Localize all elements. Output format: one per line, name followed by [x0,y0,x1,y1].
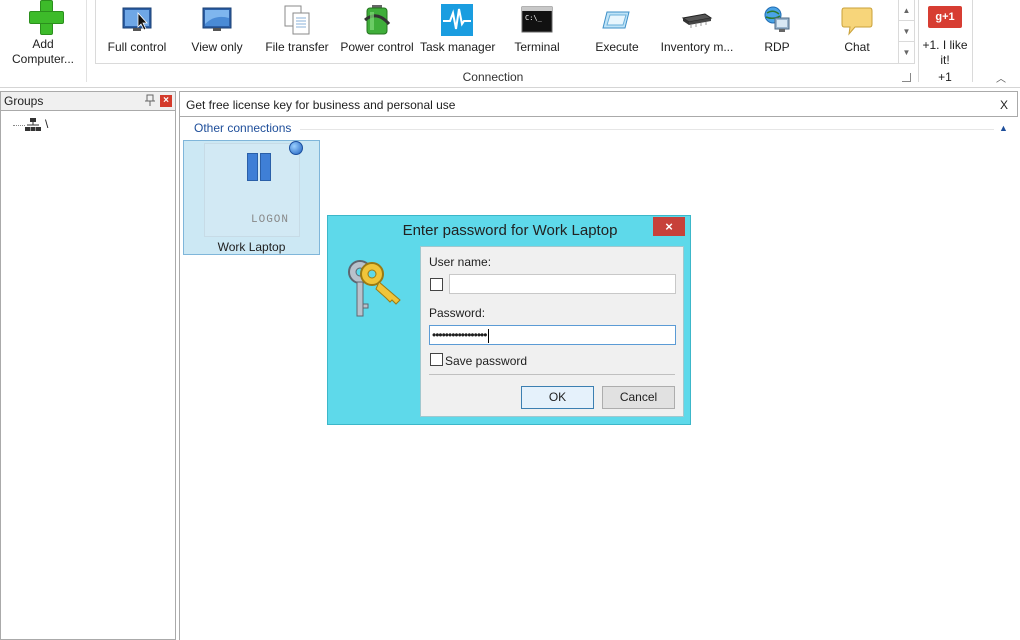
groups-panel: Groups × \ [0,91,176,640]
save-password-label[interactable]: Save password [445,354,527,368]
execute-button[interactable]: Execute [582,2,652,58]
dialog-close-button[interactable]: × [653,217,685,236]
text-caret [488,328,490,343]
rdp-label: RDP [764,40,790,54]
file-transfer-button[interactable]: File transfer [262,2,332,58]
chip-icon [681,13,713,28]
username-input[interactable] [449,274,676,294]
pin-icon[interactable] [144,94,156,107]
collapse-section-icon[interactable]: ▲ [999,123,1008,133]
connection-group-label: Connection [462,70,524,84]
power-control-button[interactable]: Power control [340,2,414,58]
password-dialog: Enter password for Work Laptop × User na… [327,215,691,425]
other-connections-header[interactable]: Other connections [194,121,291,135]
plus-icon [29,0,64,35]
gallery-expand-icon[interactable]: ▼ [899,42,914,63]
ok-button[interactable]: OK [521,386,594,409]
ribbon-gallery-scroll: ▲ ▼ ▼ [898,0,914,64]
execute-label: Execute [595,40,639,54]
svg-text:C:\_: C:\_ [525,14,543,22]
globe-icon [289,141,303,155]
terminal-icon: C:\_ [521,6,553,33]
pulse-icon [441,4,473,36]
monitor-view-icon [202,7,232,31]
tree-root-label: \ [45,117,49,131]
file-transfer-label: File transfer [265,40,329,54]
view-only-button[interactable]: View only [182,2,252,58]
gplus-label[interactable]: +1. I like it! [920,38,970,68]
tree-connector [13,125,25,126]
username-label: User name: [429,255,492,269]
execute-icon [602,11,630,29]
collapse-ribbon-icon[interactable]: ︿ [996,70,1006,85]
chat-bubble-icon [841,7,873,36]
license-close-button[interactable]: X [1000,98,1008,112]
rdp-button[interactable]: RDP [742,2,812,58]
license-link[interactable]: Get free license key for business and pe… [186,98,455,112]
full-control-label: Full control [107,40,167,54]
power-control-label: Power control [340,40,414,54]
files-icon [284,5,310,35]
full-control-button[interactable]: Full control [102,2,172,58]
gplus-group-label: +1 [938,70,952,84]
dialog-separator [429,374,675,375]
gallery-down-arrow-icon[interactable]: ▼ [899,21,914,42]
dialog-launcher-icon[interactable] [902,73,911,82]
ribbon-divider [86,0,87,82]
cancel-button[interactable]: Cancel [602,386,675,409]
groups-title: Groups [4,94,44,108]
password-input[interactable]: ••••••••••••••••• [429,325,676,345]
license-bar: Get free license key for business and pe… [180,91,1018,117]
tile-status: LOGON [251,214,290,226]
network-icon [25,118,41,131]
ribbon-separator [918,0,919,82]
save-password-checkbox[interactable] [430,353,443,366]
pause-icon [247,153,271,181]
keys-icon [348,260,401,317]
battery-icon [364,5,391,35]
inventory-label: Inventory m... [660,40,734,54]
password-label: Password: [429,306,486,320]
groups-header: Groups × [1,92,175,111]
username-checkbox[interactable] [430,278,443,291]
gallery-up-arrow-icon[interactable]: ▲ [899,0,914,21]
task-manager-button[interactable]: Task manager [420,2,496,58]
ribbon: Add Computer... Full control View only F… [0,0,1020,88]
add-computer-label: Add Computer... [11,37,75,66]
computer-tile[interactable]: LOGON Work Laptop [183,140,320,255]
chat-label: Chat [844,40,870,54]
monitor-icon [122,7,152,31]
app-window: Add Computer... Full control View only F… [0,0,1020,640]
ribbon-separator [972,0,973,82]
terminal-button[interactable]: C:\_ Terminal [502,2,572,58]
groups-close-button[interactable]: × [160,95,172,107]
inventory-button[interactable]: Inventory m... [656,2,738,58]
view-only-label: View only [191,40,243,54]
google-plus-icon[interactable]: g+1 [928,6,962,28]
tile-name: Work Laptop [217,240,286,254]
dialog-title: Enter password for Work Laptop [402,222,618,239]
dialog-content: User name: Password: ••••••••••••••••• S… [420,246,684,417]
password-value: ••••••••••••••••• [432,328,487,342]
add-computer-button[interactable]: Add Computer... [4,0,82,70]
section-divider [300,129,994,130]
rdp-icon [764,6,790,32]
task-manager-label: Task manager [420,40,496,54]
chat-button[interactable]: Chat [822,2,892,58]
terminal-label: Terminal [514,40,560,54]
